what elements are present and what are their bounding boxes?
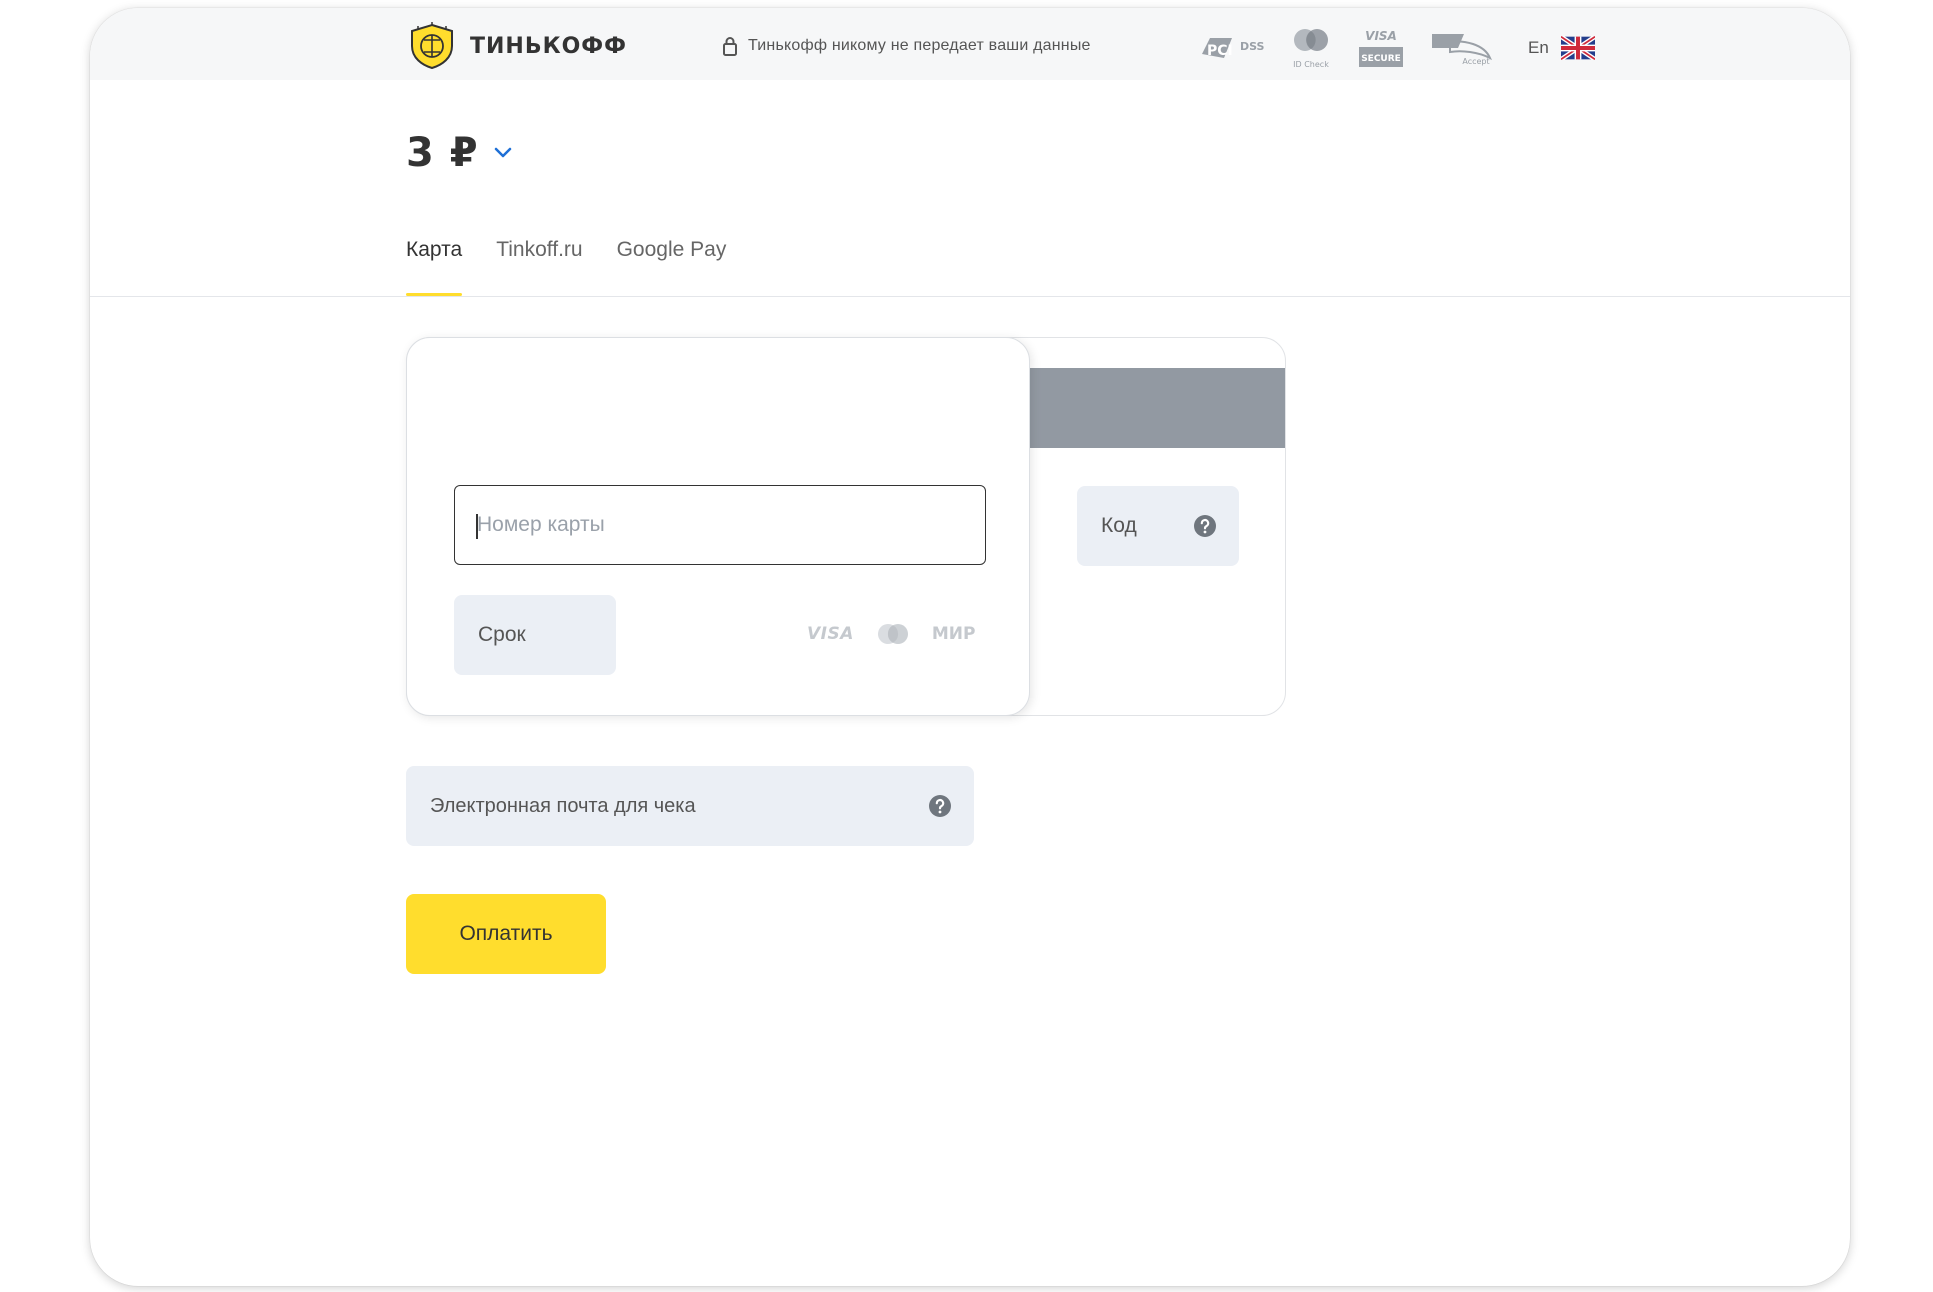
- tinkoff-emblem-icon: [411, 22, 453, 70]
- payment-method-tabs: Карта Tinkoff.ru Google Pay: [406, 238, 760, 298]
- language-label[interactable]: En: [1528, 38, 1549, 58]
- mastercard-id-check-badge-icon: ID Check: [1293, 29, 1329, 69]
- card-number-field[interactable]: [454, 485, 986, 565]
- expiry-field[interactable]: Срок: [454, 595, 616, 675]
- pay-button[interactable]: Оплатить: [406, 894, 606, 974]
- expiry-placeholder: Срок: [478, 623, 526, 646]
- chevron-down-icon[interactable]: [493, 146, 513, 160]
- tab-card[interactable]: Карта: [406, 238, 463, 298]
- svg-text:DSS: DSS: [1240, 40, 1264, 53]
- svg-text:ID Check: ID Check: [1293, 60, 1329, 69]
- tabs-divider: [90, 296, 1850, 297]
- receipt-email-field[interactable]: Электронная почта для чека: [406, 766, 974, 846]
- security-note-text: Тинькофф никому не передает ваши данные: [748, 37, 1091, 54]
- svg-text:VISA: VISA: [1365, 29, 1397, 43]
- mastercard-logo-icon: [877, 624, 908, 644]
- payment-system-logos: VISA МИР: [807, 622, 976, 646]
- brand-logo: ТИНЬКОФФ: [406, 22, 627, 70]
- visa-logo: VISA: [807, 624, 854, 644]
- uk-flag-icon[interactable]: [1560, 36, 1595, 60]
- receipt-email-placeholder: Электронная почта для чека: [430, 795, 696, 817]
- mir-logo: МИР: [931, 624, 976, 644]
- tab-tinkoff[interactable]: Tinkoff.ru: [496, 238, 582, 298]
- cvc-field[interactable]: Код: [1077, 486, 1239, 566]
- pci-dss-badge-icon: PCI DSS: [1202, 38, 1264, 59]
- certification-badges: PCI DSS ID Check VISA SECURE Accept: [1198, 24, 1494, 72]
- svg-text:SECURE: SECURE: [1361, 54, 1401, 64]
- security-note: Тинькофф никому не передает ваши данные: [722, 36, 1091, 56]
- header-bar: ТИНЬКОФФ Тинькофф никому не передает ваш…: [90, 8, 1850, 80]
- mir-accept-badge-icon: Accept: [1432, 34, 1492, 66]
- card-number-input[interactable]: [455, 486, 985, 564]
- payment-window: ТИНЬКОФФ Тинькофф никому не передает ваш…: [90, 8, 1850, 1286]
- brand-name: ТИНЬКОФФ: [470, 33, 627, 59]
- card-front: Срок VISA МИР: [406, 337, 1030, 716]
- visa-secure-badge-icon: VISA SECURE: [1359, 29, 1403, 67]
- help-icon[interactable]: [928, 794, 952, 818]
- svg-text:PCI: PCI: [1207, 43, 1233, 59]
- lock-icon: [723, 37, 737, 56]
- svg-text:Accept: Accept: [1462, 57, 1489, 66]
- language-switcher[interactable]: En: [1528, 36, 1595, 60]
- payment-amount: 3 ₽: [406, 130, 479, 176]
- help-icon[interactable]: [1193, 514, 1217, 538]
- amount-selector[interactable]: 3 ₽: [406, 130, 513, 176]
- cvc-placeholder: Код: [1101, 514, 1137, 537]
- text-cursor: [476, 514, 478, 539]
- tab-google-pay[interactable]: Google Pay: [617, 238, 727, 298]
